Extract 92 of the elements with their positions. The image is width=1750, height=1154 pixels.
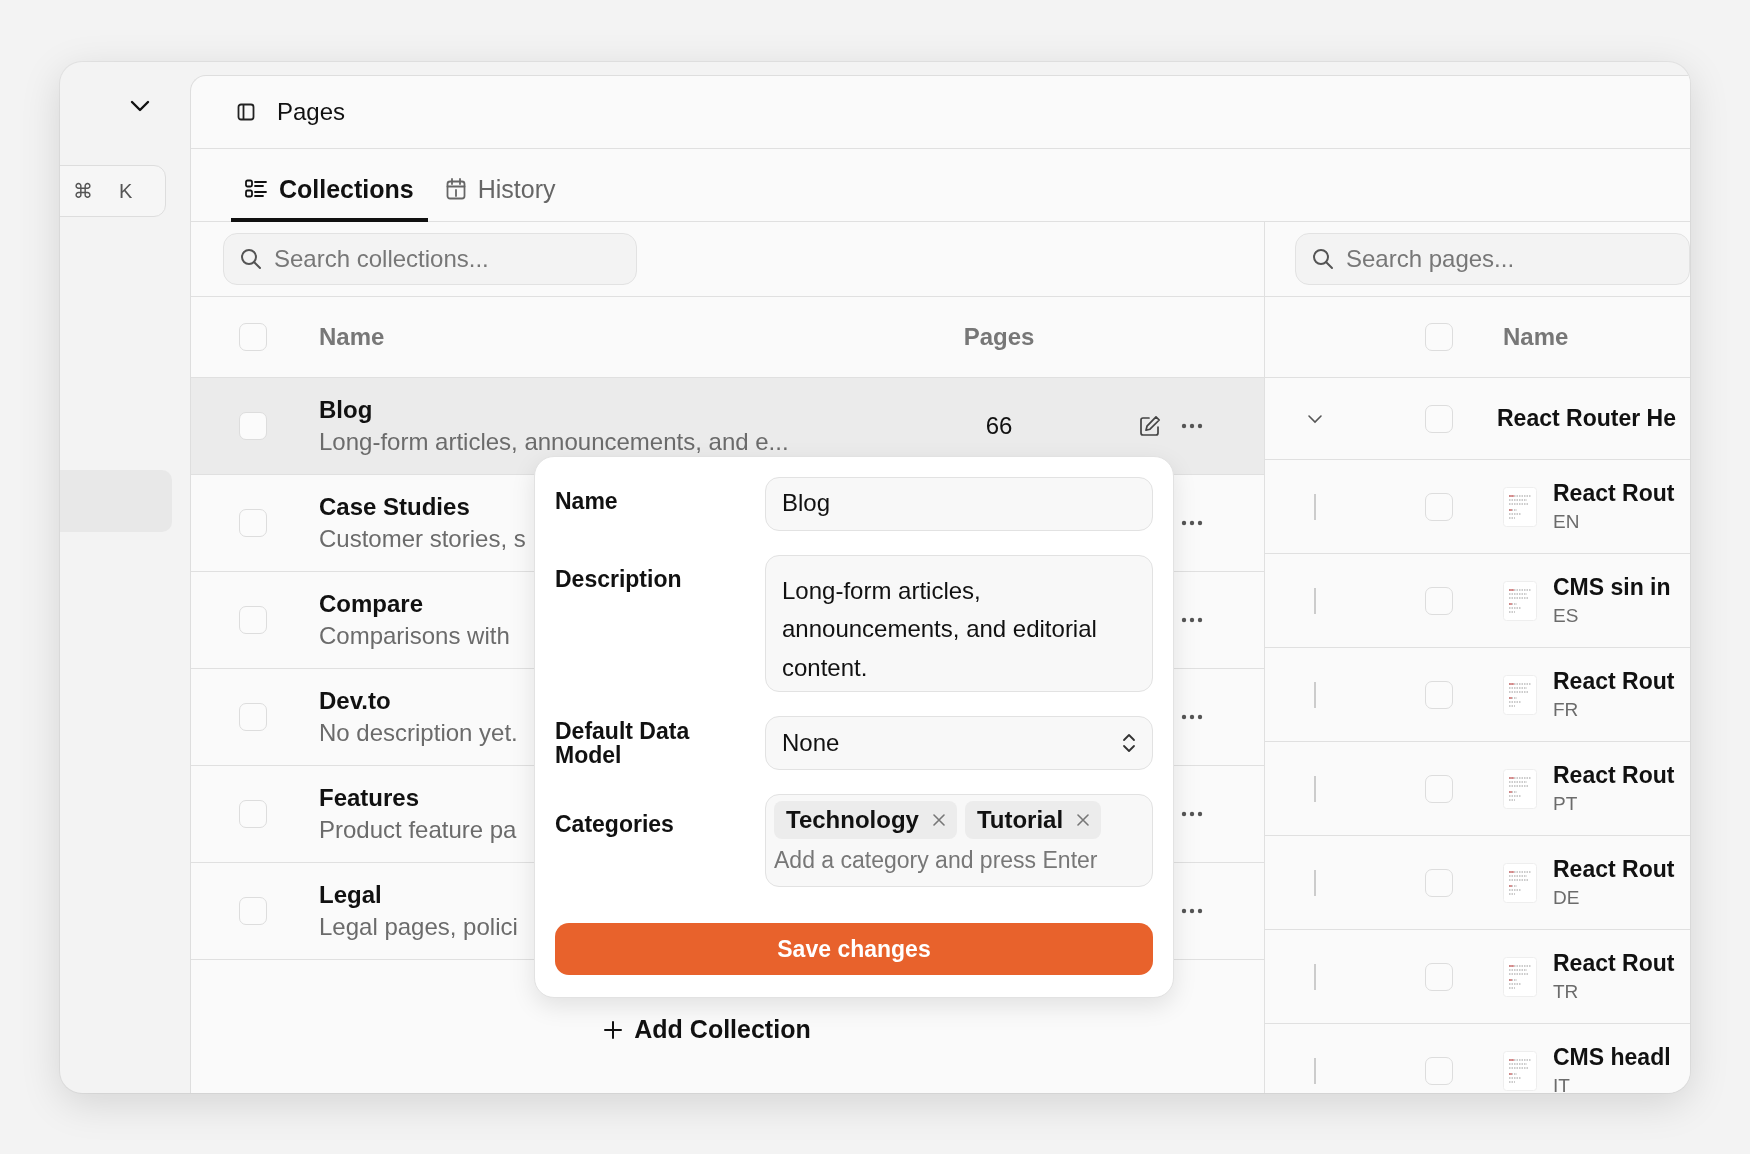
checkbox[interactable] <box>1425 492 1453 521</box>
page-title: React Rout <box>1553 668 1675 695</box>
checkbox[interactable] <box>1425 774 1453 803</box>
page-title: React Rout <box>1553 950 1675 977</box>
page-thumbnail-icon <box>1503 674 1537 715</box>
add-collection-button[interactable]: Add Collection <box>594 1007 821 1052</box>
page-count: 66 <box>984 412 1014 440</box>
field-label: Description <box>555 565 683 592</box>
collection-title: Dev.to <box>319 687 391 715</box>
checkbox[interactable] <box>1425 586 1453 615</box>
remove-icon[interactable] <box>932 814 945 827</box>
tag-label: Tutorial <box>976 806 1064 835</box>
collection-description: Legal pages, polici <box>319 913 518 941</box>
chevron-up-down-icon <box>1122 733 1136 754</box>
plus-icon <box>604 1020 623 1039</box>
language-code: IT <box>1553 1075 1570 1093</box>
page-title: React Rout <box>1553 762 1675 789</box>
language-code: EN <box>1553 511 1580 533</box>
more-icon[interactable] <box>1181 423 1203 429</box>
edit-icon[interactable] <box>1139 415 1161 437</box>
search-field[interactable]: Search collections... <box>223 233 637 285</box>
checkbox[interactable] <box>1425 1056 1453 1085</box>
checkbox[interactable] <box>1425 404 1453 433</box>
column-header: Name <box>1503 323 1569 351</box>
more-icon[interactable] <box>1181 714 1203 720</box>
more-icon[interactable] <box>1181 520 1203 526</box>
more-icon[interactable] <box>1181 811 1203 817</box>
placeholder-text: Add a category and press Enter <box>774 847 1098 876</box>
checkbox[interactable] <box>1425 680 1453 709</box>
search-icon <box>240 248 262 270</box>
more-icon[interactable] <box>1181 617 1203 623</box>
chevron-icon[interactable] <box>1307 413 1323 424</box>
tab[interactable]: History <box>431 156 570 222</box>
language-code: DE <box>1553 887 1580 909</box>
page-thumbnail-icon <box>1503 768 1537 809</box>
field-label: Default Data Model <box>555 719 691 768</box>
language-code: FR <box>1553 699 1579 721</box>
remove-icon[interactable] <box>1077 814 1090 827</box>
chevron-down-icon[interactable] <box>130 100 150 112</box>
checkbox[interactable] <box>239 606 267 634</box>
tag-label: Technology <box>786 806 919 835</box>
page-thumbnail-icon <box>1503 580 1537 621</box>
collection-title: Compare <box>319 590 424 618</box>
list-icon <box>245 179 267 199</box>
column-header: Name <box>319 323 386 351</box>
checkbox[interactable] <box>239 703 267 731</box>
language-code: PT <box>1553 793 1578 815</box>
page-thumbnail-icon <box>1503 486 1537 527</box>
checkbox[interactable] <box>239 897 267 925</box>
data-model-select[interactable]: None <box>765 716 1153 771</box>
field-label: Categories <box>555 810 675 837</box>
field-label: Name <box>555 487 619 514</box>
name-field[interactable]: Blog <box>765 477 1153 531</box>
collection-title: Legal <box>319 881 382 909</box>
more-icon[interactable] <box>1181 908 1203 914</box>
page-thumbnail-icon <box>1503 956 1537 997</box>
checkbox[interactable] <box>239 800 267 828</box>
page-group-title: React Router He <box>1497 405 1676 432</box>
language-code: ES <box>1553 605 1579 627</box>
checkbox[interactable] <box>1425 868 1453 897</box>
collection-title: Blog <box>319 396 373 424</box>
categories-field[interactable]: Technology Tutorial Add a category and press Enter <box>765 794 1153 888</box>
collection-description: Comparisons with <box>319 622 510 650</box>
language-code: TR <box>1553 981 1579 1003</box>
command-shortcut[interactable]: ⌘ K <box>60 165 166 217</box>
checkbox[interactable] <box>239 412 267 440</box>
collection-description: Long-form articles, announcements, and e... <box>319 428 789 456</box>
search-icon <box>1312 248 1334 270</box>
shortcut-key: K <box>119 179 133 203</box>
shortcut-key: ⌘ <box>73 179 93 203</box>
calendar-icon <box>445 178 466 200</box>
page-title: CMS headl <box>1553 1044 1671 1071</box>
checkbox[interactable] <box>1425 962 1453 991</box>
checkbox[interactable] <box>239 509 267 537</box>
sidebar-toggle-icon[interactable] <box>237 103 255 121</box>
search-field[interactable]: Search pages... <box>1295 233 1690 285</box>
collection-title: Case Studies <box>319 493 470 521</box>
collection-description: No description yet. <box>319 719 518 747</box>
checkbox[interactable] <box>239 323 267 351</box>
page-title: Pages <box>277 98 346 126</box>
selected-sidebar-item[interactable] <box>60 470 172 532</box>
page-thumbnail-icon <box>1503 862 1537 903</box>
tab[interactable]: Collections <box>231 156 428 222</box>
checkbox[interactable] <box>1425 323 1453 351</box>
column-header: Pages <box>962 323 1036 351</box>
page-title: React Rout <box>1553 480 1675 507</box>
collection-title: Features <box>319 784 420 812</box>
description-field[interactable]: Long-form articles, announcements, and editorial content. <box>765 555 1153 693</box>
collection-description: Customer stories, s <box>319 525 526 553</box>
page-title: React Rout <box>1553 856 1675 883</box>
collection-description: Product feature pa <box>319 816 517 844</box>
page-title: CMS sin in <box>1553 574 1671 601</box>
